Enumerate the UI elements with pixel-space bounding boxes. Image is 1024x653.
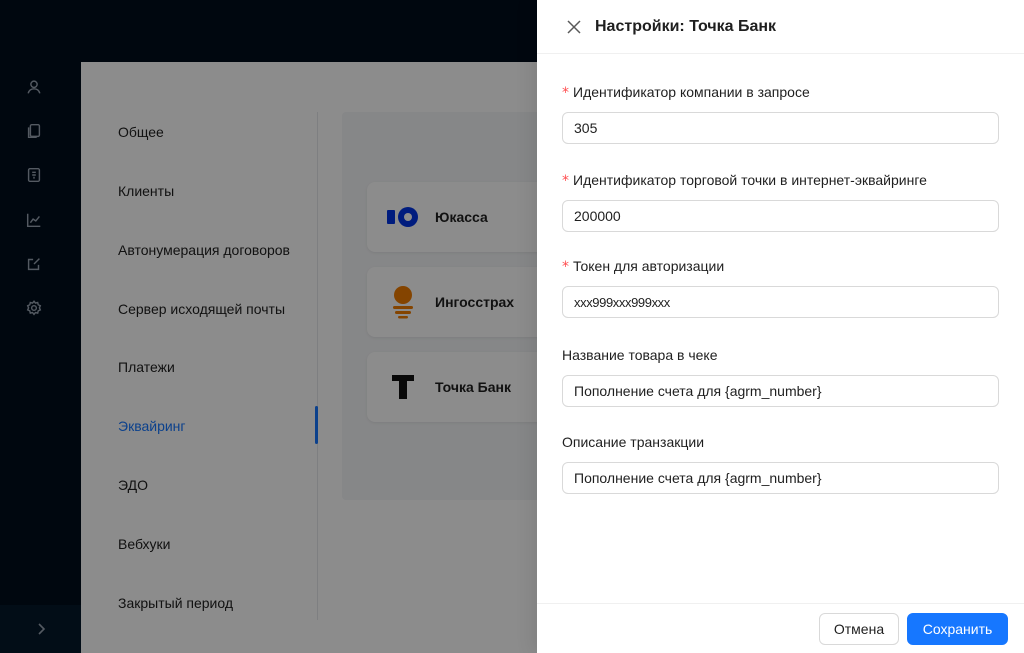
field-transaction-description: Описание транзакции xyxy=(562,431,999,494)
field-label: Описание транзакции xyxy=(562,434,705,450)
field-auth-token: * Токен для авторизации xyxy=(562,255,999,318)
field-product-name: Название товара в чеке xyxy=(562,344,999,407)
transaction-description-input[interactable] xyxy=(562,462,999,494)
terminal-id-input[interactable] xyxy=(562,200,999,232)
drawer-title: Настройки: Точка Банк xyxy=(595,17,777,35)
field-label: * Токен для авторизации xyxy=(562,258,725,275)
field-company-id: * Идентификатор компании в запросе xyxy=(562,81,999,144)
settings-drawer: Настройки: Точка Банк * Идентификатор ком… xyxy=(537,0,1024,653)
product-name-input[interactable] xyxy=(562,375,999,407)
drawer-footer: Отмена Сохранить xyxy=(537,603,1024,653)
save-button[interactable]: Сохранить xyxy=(907,613,1008,645)
close-icon xyxy=(567,19,581,34)
drawer-header: Настройки: Точка Банк xyxy=(537,0,1024,54)
required-mark: * xyxy=(562,173,569,189)
close-button[interactable] xyxy=(566,19,582,35)
field-label: * Идентификатор торговой точки в интернет… xyxy=(562,172,927,189)
field-label: Название товара в чеке xyxy=(562,347,718,363)
cancel-button[interactable]: Отмена xyxy=(819,613,899,645)
field-terminal-id: * Идентификатор торговой точки в интернет… xyxy=(562,169,999,232)
field-label: * Идентификатор компании в запросе xyxy=(562,84,810,101)
required-mark: * xyxy=(562,259,569,275)
auth-token-input[interactable] xyxy=(562,286,999,318)
required-mark: * xyxy=(562,85,569,101)
company-id-input[interactable] xyxy=(562,112,999,144)
